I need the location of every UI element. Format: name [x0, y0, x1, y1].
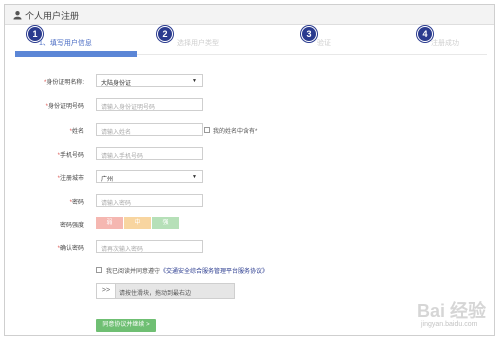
phone-label: *手机号码 — [57, 153, 84, 159]
watermark: Bai 经验 jingyan.baidu.com — [417, 297, 499, 337]
password-strength-label: 密码强度 — [59, 223, 84, 229]
step-3-number: 3 — [301, 26, 317, 42]
city-label: *注册城市 — [57, 176, 84, 182]
registration-page: 个人用户注册 1 1、填写用户信息 2 选择用户类型 3 验证 4 注册成功 *… — [4, 4, 495, 336]
step-1-label: 1、填写用户信息 — [39, 40, 92, 47]
agreement-link[interactable]: 《交通安全综合服务管理平台服务协议》 — [160, 269, 268, 275]
step-divider — [137, 54, 487, 55]
id-type-row: *身份证明名称: 大陆身份证 ▼ — [5, 74, 494, 90]
slider-hint: 请按住滑块，拖动到最右边 — [119, 291, 192, 297]
strength-strong: 强 — [152, 217, 179, 229]
city-select[interactable]: 广州 ▼ — [96, 170, 203, 183]
confirm-password-label: *确认密码 — [57, 246, 84, 252]
chevron-down-icon: ▼ — [192, 174, 197, 180]
watermark-url: jingyan.baidu.com — [421, 321, 478, 328]
step-4-label: 注册成功 — [431, 40, 459, 47]
strength-medium: 中 — [124, 217, 151, 229]
confirm-password-row: *确认密码 请再次输入密码 — [5, 240, 494, 256]
id-type-select[interactable]: 大陆身份证 ▼ — [96, 74, 203, 87]
step-3-label: 验证 — [317, 40, 331, 47]
id-type-value: 大陆身份证 — [101, 81, 132, 87]
step-progress-bar — [15, 51, 137, 57]
step-2-number: 2 — [157, 26, 173, 42]
phone-row: *手机号码 请输入手机号码 — [5, 147, 494, 163]
city-value: 广州 — [101, 177, 114, 183]
rare-char-label: 我的姓名中含有* — [213, 129, 258, 135]
phone-input[interactable]: 请输入手机号码 — [96, 147, 203, 160]
strength-weak: 弱 — [96, 217, 123, 229]
id-number-label: *身份证明号码 — [45, 104, 84, 110]
rare-char-checkbox[interactable] — [204, 127, 210, 133]
id-number-row: *身份证明号码 请输入身份证明号码 — [5, 98, 494, 114]
captcha-slider[interactable]: >> 请按住滑块，拖动到最右边 — [96, 283, 235, 299]
name-row: *姓名 请输入姓名 我的姓名中含有* — [5, 123, 494, 139]
name-label: *姓名 — [69, 129, 84, 135]
city-row: *注册城市 广州 ▼ — [5, 170, 494, 186]
password-label: *密码 — [69, 200, 84, 206]
id-type-label: *身份证明名称: — [43, 80, 84, 86]
id-number-input[interactable]: 请输入身份证明号码 — [96, 98, 203, 111]
confirm-password-input[interactable]: 请再次输入密码 — [96, 240, 203, 253]
agreement-text: 我已阅读并同意遵守《交通安全综合服务管理平台服务协议》 — [106, 266, 268, 275]
password-input[interactable]: 请输入密码 — [96, 194, 203, 207]
name-input[interactable]: 请输入姓名 — [96, 123, 203, 136]
password-row: *密码 请输入密码 — [5, 194, 494, 210]
watermark-logo: Bai 经验 — [417, 301, 487, 321]
slider-handle[interactable]: >> — [97, 284, 116, 298]
page-title: 个人用户注册 — [25, 11, 80, 21]
title-bar: 个人用户注册 — [5, 5, 494, 25]
agree-continue-button[interactable]: 同意协议并继续 > — [96, 319, 156, 332]
chevron-down-icon: ▼ — [192, 78, 197, 84]
agreement-prefix: 我已阅读并同意遵守 — [106, 269, 161, 275]
step-2-label: 选择用户类型 — [177, 40, 219, 47]
agreement-checkbox[interactable] — [96, 267, 102, 273]
password-strength-row: 密码强度 — [5, 217, 494, 233]
user-icon — [13, 11, 22, 20]
